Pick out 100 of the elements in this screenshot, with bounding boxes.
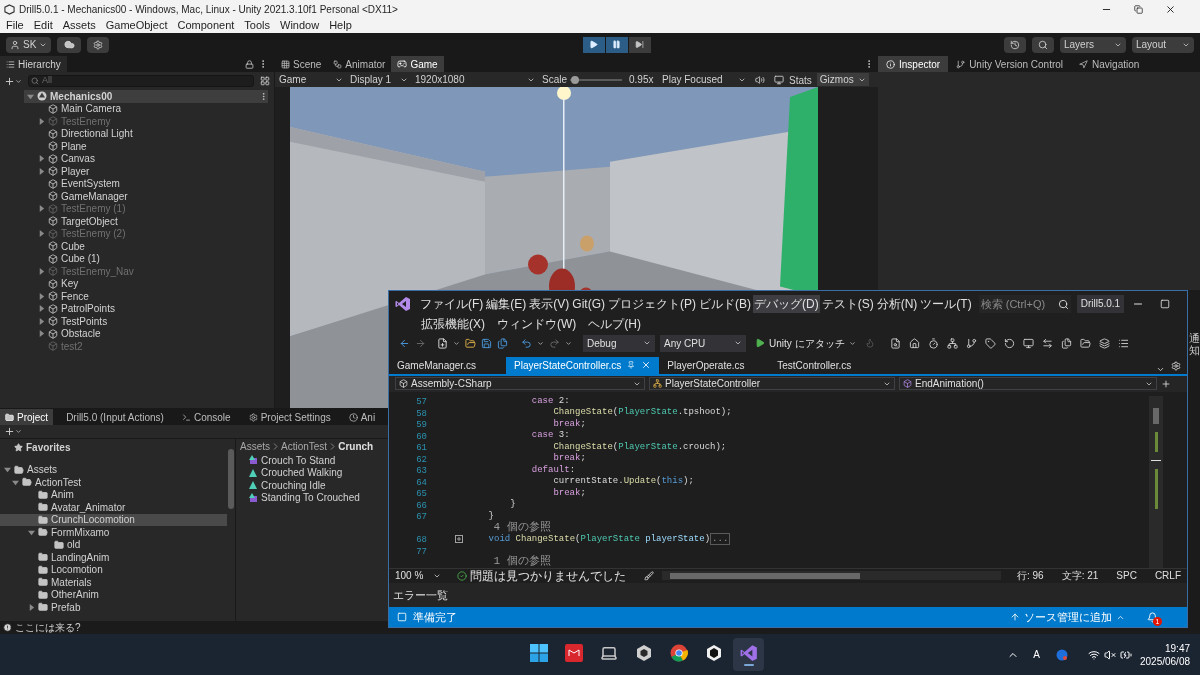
error-list-tab[interactable]: エラー一覧: [393, 586, 448, 604]
menu-item[interactable]: Window: [280, 17, 320, 34]
folder-item[interactable]: Assets: [0, 463, 227, 476]
expand-arrow-icon[interactable]: [38, 205, 45, 213]
caret-icon[interactable]: [848, 339, 856, 347]
close-button[interactable]: [1165, 3, 1176, 15]
layout-dropdown[interactable]: Layout: [1132, 36, 1194, 53]
panel-tab[interactable]: Navigation: [1071, 56, 1148, 72]
panel-tab[interactable]: Animator: [327, 56, 392, 72]
menu-item[interactable]: Component: [177, 17, 235, 34]
pin-icon[interactable]: [627, 361, 636, 370]
panel-tab[interactable]: Project: [0, 409, 54, 425]
play-button[interactable]: [582, 36, 605, 53]
menu-item[interactable]: ヘルプ(H): [586, 314, 643, 333]
search-button[interactable]: [1032, 36, 1054, 53]
folder-item[interactable]: Prefab: [0, 601, 227, 614]
menu-item[interactable]: Git(G): [571, 294, 606, 313]
panel-tab[interactable]: Drill5.0 (Input Actions): [61, 409, 169, 425]
folder-item[interactable]: CrunchLocomotion: [0, 513, 227, 526]
branch-icon[interactable]: [965, 337, 977, 349]
history-icon[interactable]: [1003, 337, 1015, 349]
gizmos-dropdown[interactable]: Gizmos: [816, 73, 869, 86]
forward-icon[interactable]: [415, 337, 426, 349]
navigation-dropdown[interactable]: Assembly-CSharp: [395, 377, 645, 391]
expand-arrow-icon[interactable]: [38, 317, 45, 325]
expand-arrow-icon[interactable]: [38, 167, 45, 175]
hierarchy-item[interactable]: EventSystem: [0, 177, 274, 190]
asset-item[interactable]: Crouched Walking: [248, 466, 343, 479]
hierarchy-item[interactable]: Main Camera: [0, 102, 274, 115]
caret-icon[interactable]: [537, 339, 544, 347]
menu-item[interactable]: ウィンドウ(W): [495, 314, 579, 333]
attach-button[interactable]: Unity にアタッチ: [751, 334, 860, 352]
hierarchy-item[interactable]: Obstacle: [0, 327, 274, 340]
new-item-icon[interactable]: [437, 337, 448, 349]
expand-box-icon[interactable]: [455, 535, 463, 544]
input-method-indicator[interactable]: A: [1033, 647, 1040, 662]
file-tab[interactable]: PlayerStateController.cs: [506, 356, 660, 374]
source-control-button[interactable]: ソース管理に追加: [1010, 608, 1125, 626]
menu-item[interactable]: 編集(E): [485, 294, 528, 313]
open-folder-icon[interactable]: [465, 337, 476, 349]
hierarchy-item[interactable]: Cube: [0, 240, 274, 253]
save-icon[interactable]: [481, 337, 492, 349]
folder-item[interactable]: Avatar_Animator: [0, 501, 227, 514]
layers-dropdown[interactable]: Layers: [1060, 36, 1126, 53]
hierarchy-item[interactable]: Canvas: [0, 152, 274, 165]
layers-icon[interactable]: [1098, 337, 1110, 349]
stats-icon[interactable]: [774, 74, 784, 85]
hierarchy-item[interactable]: Cube (1): [0, 252, 274, 265]
scale-slider[interactable]: [570, 75, 622, 84]
close-tab-icon[interactable]: [641, 360, 652, 371]
maximize-button[interactable]: [1160, 298, 1171, 309]
menu-item[interactable]: ファイル(F): [419, 294, 485, 313]
stats-button[interactable]: Stats: [787, 73, 814, 86]
hierarchy-item[interactable]: Directional Light: [0, 127, 274, 140]
folder-item[interactable]: ActionTest: [0, 476, 227, 489]
pause-button[interactable]: [605, 36, 628, 53]
navigation-dropdown[interactable]: PlayerStateController: [649, 377, 895, 391]
navigation-dropdown[interactable]: EndAnimation(): [899, 377, 1157, 391]
cloud-sync-icon[interactable]: [1055, 648, 1068, 661]
caret-icon[interactable]: [565, 339, 572, 347]
folder-item[interactable]: LandingAnim: [0, 551, 227, 564]
collapse-arrow-icon[interactable]: [12, 478, 19, 486]
more-icon[interactable]: [259, 91, 268, 101]
save-all-icon[interactable]: [497, 337, 508, 349]
menu-item[interactable]: File: [6, 17, 24, 34]
hierarchy-item[interactable]: TestPoints: [0, 315, 274, 328]
home-icon[interactable]: [908, 337, 920, 349]
find-file-icon[interactable]: [889, 337, 901, 349]
file-tab[interactable]: TestController.cs: [769, 356, 860, 374]
caret-icon[interactable]: [453, 339, 460, 347]
account-dropdown[interactable]: SK: [6, 36, 52, 53]
list-icon[interactable]: [1117, 337, 1129, 349]
menu-item[interactable]: デバッグ(D): [753, 294, 820, 313]
menu-item[interactable]: テスト(S): [820, 294, 875, 313]
panel-tab[interactable]: Game: [391, 56, 444, 72]
menu-item[interactable]: 分析(N): [875, 294, 919, 313]
search-field[interactable]: All: [28, 75, 254, 87]
expand-arrow-icon[interactable]: [28, 603, 35, 611]
timer-icon[interactable]: [927, 337, 939, 349]
menu-item[interactable]: ツール(T): [919, 294, 973, 313]
panel-tab[interactable]: Inspector: [878, 56, 949, 72]
collapse-arrow-icon[interactable]: [4, 466, 11, 474]
configuration-dropdown[interactable]: Debug: [583, 334, 655, 352]
restore-button[interactable]: [1134, 4, 1143, 14]
cleanup-icon[interactable]: [644, 570, 655, 581]
mute-icon[interactable]: [1103, 648, 1116, 661]
battery-icon[interactable]: [1119, 648, 1132, 661]
folder-item[interactable]: Materials: [0, 576, 227, 589]
hierarchy-item[interactable]: TargetObject: [0, 215, 274, 228]
menu-item[interactable]: GameObject: [105, 17, 168, 34]
vertical-scrollbar[interactable]: [1149, 395, 1163, 568]
tag-icon[interactable]: [984, 337, 996, 349]
settings-icon[interactable]: [1171, 360, 1181, 371]
asset-item[interactable]: Standing To Crouched: [248, 491, 360, 504]
file-tab[interactable]: GameManager.cs: [389, 356, 506, 374]
folder-item[interactable]: Locomotion: [0, 563, 227, 576]
asset-item[interactable]: Crouching Idle: [248, 479, 326, 492]
notifications-side-tab[interactable]: 通知: [1188, 332, 1200, 357]
menu-item[interactable]: Edit: [33, 17, 53, 34]
folder-item[interactable]: old: [0, 538, 227, 551]
